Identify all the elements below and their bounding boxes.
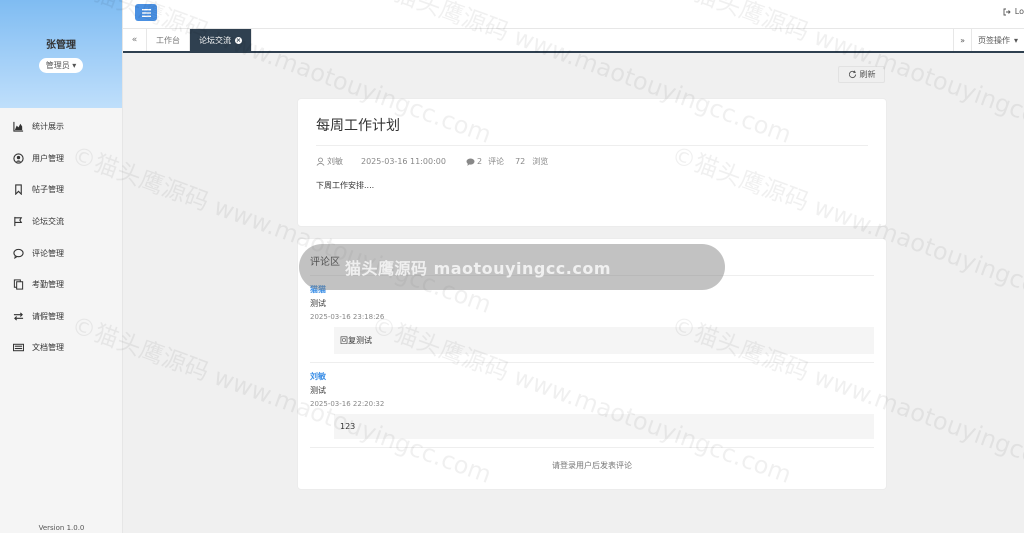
sidebar-item-leave[interactable]: 请假管理 <box>0 301 122 333</box>
comment-author[interactable]: 刘敏 <box>310 371 874 382</box>
sidebar-menu: 统计展示 用户管理 帖子管理 论坛交流 评论管理 考勤管理 请假管理 文档管理 <box>0 111 122 364</box>
post-content: 下周工作安排.... <box>316 181 375 190</box>
comment-count: 2 <box>476 157 483 166</box>
post-meta: 刘敏 2025-03-16 11:00:00 2 评论 72 浏览 <box>316 156 868 167</box>
sidebar: 张管理 管理员 ▾ 统计展示 用户管理 帖子管理 论坛交流 评论管理 考勤管理 … <box>0 0 123 533</box>
flag-icon <box>12 216 24 228</box>
tab-scroll-right-button[interactable]: » <box>953 29 971 51</box>
sidebar-item-label: 文档管理 <box>32 343 64 353</box>
comment-icon <box>12 247 24 259</box>
view-label: 浏览 <box>532 157 549 166</box>
menu-toggle-button[interactable] <box>135 4 157 21</box>
tab-spacer <box>252 29 953 51</box>
user-circle-icon <box>12 152 24 164</box>
tab-bar: « 工作台 论坛交流 × » 页签操作 ▾ <box>123 29 1024 53</box>
post-card: 每周工作计划 刘敏 2025-03-16 11:00:00 2 评论 72 浏览… <box>297 98 887 227</box>
hamburger-icon <box>141 8 151 17</box>
tab-label: 工作台 <box>156 35 180 45</box>
comment-label: 评论 <box>488 157 505 166</box>
post-author-name: 刘敏 <box>327 157 343 166</box>
version-text: Version 1.0.0 <box>38 524 85 532</box>
user-icon <box>316 157 325 166</box>
logout-link[interactable]: Lo <box>1003 7 1024 16</box>
user-name: 张管理 <box>46 40 76 51</box>
sign-out-icon <box>1003 8 1011 15</box>
tab-scroll-left-button[interactable]: « <box>123 29 147 51</box>
sidebar-item-forum[interactable]: 论坛交流 <box>0 206 122 238</box>
comment-reply: 回复测试 <box>334 327 874 354</box>
login-hint: 请登录用户后发表评论 <box>552 461 632 470</box>
user-profile: 张管理 管理员 ▾ <box>0 0 122 108</box>
logout-label: Lo <box>1014 7 1024 16</box>
post-author[interactable]: 刘敏 <box>316 156 343 167</box>
exchange-icon <box>12 310 24 322</box>
post-datetime: 2025-03-16 11:00:00 <box>361 157 446 166</box>
refresh-label: 刷新 <box>859 70 876 79</box>
sidebar-item-label: 帖子管理 <box>32 185 64 195</box>
double-chevron-left-icon: « <box>131 35 138 45</box>
main-content: 刷新 每周工作计划 刘敏 2025-03-16 11:00:00 2 评论 72… <box>123 55 1024 533</box>
tab-workbench[interactable]: 工作台 <box>147 29 190 51</box>
tab-label: 论坛交流 <box>199 35 231 45</box>
tab-forum[interactable]: 论坛交流 × <box>190 29 252 51</box>
area-chart-icon <box>12 121 24 133</box>
caret-down-icon: ▾ <box>1013 35 1018 45</box>
close-icon[interactable]: × <box>235 36 242 44</box>
sidebar-item-users[interactable]: 用户管理 <box>0 143 122 175</box>
keyboard-icon <box>12 342 24 354</box>
copy-icon <box>12 279 24 291</box>
sidebar-item-label: 请假管理 <box>32 311 64 321</box>
post-comment-count: 2 <box>466 157 482 166</box>
double-chevron-right-icon: » <box>960 35 965 45</box>
comment-time: 2025-03-16 22:20:32 <box>310 400 385 408</box>
role-dropdown[interactable]: 管理员 ▾ <box>38 58 84 73</box>
comments-icon <box>466 157 475 166</box>
sidebar-item-label: 用户管理 <box>32 153 64 163</box>
page-ops-dropdown[interactable]: 页签操作 ▾ <box>970 29 1024 51</box>
sidebar-item-posts[interactable]: 帖子管理 <box>0 174 122 206</box>
sidebar-item-label: 考勤管理 <box>32 280 64 290</box>
sidebar-item-comments[interactable]: 评论管理 <box>0 237 122 269</box>
top-navbar: Lo <box>123 0 1024 29</box>
refresh-button[interactable]: 刷新 <box>838 66 885 83</box>
sidebar-item-label: 统计展示 <box>32 122 64 132</box>
caret-down-icon: ▾ <box>72 61 77 70</box>
refresh-icon <box>848 70 856 79</box>
comment-item: 刘敏 测试 2025-03-16 22:20:32 123 <box>310 363 874 448</box>
role-label: 管理员 <box>45 61 70 70</box>
comment-time: 2025-03-16 23:18:26 <box>310 313 385 321</box>
sidebar-item-label: 论坛交流 <box>32 217 64 227</box>
comment-text: 测试 <box>310 386 326 395</box>
sidebar-item-label: 评论管理 <box>32 248 64 258</box>
sidebar-item-attendance[interactable]: 考勤管理 <box>0 269 122 301</box>
watermark-overlay: 猫头鹰源码 maotouyingcc.com <box>299 244 725 290</box>
watermark-pill-text: 猫头鹰源码 maotouyingcc.com <box>345 259 612 278</box>
page-ops-label: 页签操作 <box>977 35 1010 45</box>
comment-text: 测试 <box>310 299 326 308</box>
view-count: 72 <box>515 157 526 166</box>
post-title: 每周工作计划 <box>316 115 868 146</box>
comment-reply: 123 <box>334 414 874 439</box>
sidebar-item-documents[interactable]: 文档管理 <box>0 332 122 364</box>
bookmark-icon <box>12 184 24 196</box>
sidebar-item-stats[interactable]: 统计展示 <box>0 111 122 143</box>
